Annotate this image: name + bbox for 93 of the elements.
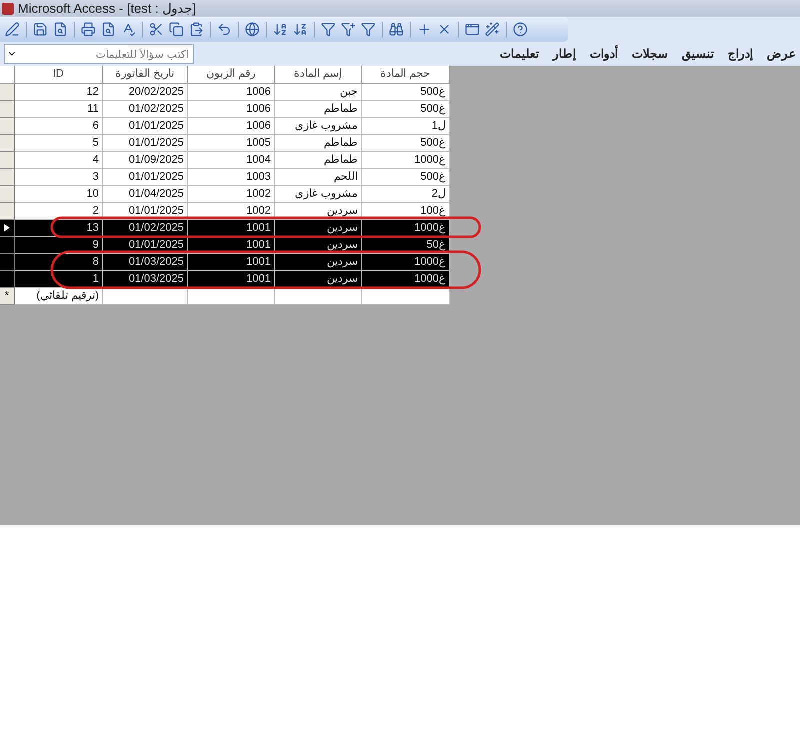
window-icon[interactable] — [464, 22, 481, 37]
table-cell: 1001 — [188, 220, 275, 237]
table-cell: 1000غ — [362, 152, 450, 169]
table-cell: جبن — [275, 84, 362, 101]
table-cell: 01/04/2025 — [103, 186, 188, 203]
menu-item[interactable]: أدوات — [590, 47, 618, 61]
table-cell: 1006 — [188, 118, 275, 135]
globe-icon[interactable] — [244, 22, 261, 37]
column-header[interactable]: حجم المادة — [362, 66, 450, 84]
binoculars-icon[interactable] — [388, 22, 405, 37]
table-cell: مشروب غازي — [275, 186, 362, 203]
table-cell: سردين — [275, 220, 362, 237]
sort-descending-icon[interactable] — [292, 22, 309, 37]
table-cell: 1000غ — [362, 271, 450, 288]
table-cell: 2 — [15, 203, 103, 220]
table-cell: 4 — [15, 152, 103, 169]
menu-item[interactable]: إطار — [553, 47, 576, 61]
new-row-selector[interactable]: * — [0, 288, 15, 305]
table-cell: 01/01/2025 — [103, 135, 188, 152]
table-cell: 11 — [15, 101, 103, 118]
table-cell: 1005 — [188, 135, 275, 152]
table-cell: 5 — [15, 135, 103, 152]
table-cell: 1 — [15, 271, 103, 288]
row-selector[interactable] — [0, 271, 15, 288]
save-icon[interactable] — [32, 22, 49, 37]
table-cell: 20/02/2025 — [103, 84, 188, 101]
table-cell: طماطم — [275, 135, 362, 152]
table-cell: 12 — [15, 84, 103, 101]
menu-item[interactable]: عرض — [767, 47, 796, 61]
table-cell: سردين — [275, 254, 362, 271]
row-selector[interactable] — [0, 237, 15, 254]
document-search-icon[interactable] — [52, 22, 69, 37]
table-cell: 1006 — [188, 84, 275, 101]
table-cell: طماطم — [275, 101, 362, 118]
filter-icon[interactable] — [360, 22, 377, 37]
table-cell: 3 — [15, 169, 103, 186]
column-header[interactable]: رقم الزبون — [188, 66, 275, 84]
menu-item[interactable]: إدراج — [728, 47, 753, 61]
table-cell: 2ل — [362, 186, 450, 203]
app-icon — [2, 2, 14, 14]
table-cell: 1006 — [188, 101, 275, 118]
table-cell: 6 — [15, 118, 103, 135]
menu-item[interactable]: تعليمات — [500, 47, 539, 61]
help-icon[interactable] — [512, 22, 529, 37]
table-cell: 01/02/2025 — [103, 220, 188, 237]
table-cell: سردين — [275, 271, 362, 288]
table-cell: 500غ — [362, 135, 450, 152]
table-cell: 1003 — [188, 169, 275, 186]
new-record-marker: * — [4, 290, 10, 302]
table-cell: 01/03/2025 — [103, 254, 188, 271]
table-cell: 1004 — [188, 152, 275, 169]
header-corner — [0, 66, 15, 84]
menu-item[interactable]: سجلات — [632, 47, 668, 61]
row-selector[interactable] — [0, 254, 15, 271]
table-cell: 1000غ — [362, 254, 450, 271]
current-row-icon — [4, 224, 10, 232]
row-selector[interactable] — [0, 220, 15, 237]
table-cell: 01/03/2025 — [103, 271, 188, 288]
window-title: Microsoft Access - [test : جدول] — [18, 1, 196, 16]
copy-icon[interactable] — [168, 22, 185, 37]
table-cell: 10 — [15, 186, 103, 203]
table-cell: 1001 — [188, 254, 275, 271]
pen-icon[interactable] — [4, 22, 21, 37]
cut-icon[interactable] — [148, 22, 165, 37]
sort-ascending-icon[interactable] — [272, 22, 289, 37]
table-cell: 8 — [15, 254, 103, 271]
table-cell: 1000غ — [362, 220, 450, 237]
table-cell: 500غ — [362, 84, 450, 101]
table-cell: اللحم — [275, 169, 362, 186]
printer-icon[interactable] — [80, 22, 97, 37]
column-header[interactable]: إسم المادة — [275, 66, 362, 84]
menu-item[interactable]: تنسيق — [682, 47, 714, 61]
table-cell: 01/01/2025 — [103, 118, 188, 135]
table-cell: 01/01/2025 — [103, 169, 188, 186]
undo-icon[interactable] — [216, 22, 233, 37]
wand-icon[interactable] — [484, 22, 501, 37]
table-cell: (ترقيم تلقائي) — [15, 288, 103, 305]
filter-icon[interactable] — [320, 22, 337, 37]
column-header[interactable]: ID — [15, 66, 103, 84]
table-cell: 1001 — [188, 271, 275, 288]
table-cell: 500غ — [362, 101, 450, 118]
table-cell: 1002 — [188, 186, 275, 203]
table-cell: 500غ — [362, 169, 450, 186]
table-cell: 01/09/2025 — [103, 152, 188, 169]
table-cell: 1ل — [362, 118, 450, 135]
table-cell: 13 — [15, 220, 103, 237]
print-preview-icon[interactable] — [100, 22, 117, 37]
table-cell: مشروب غازي — [275, 118, 362, 135]
filter-form-icon[interactable] — [340, 22, 357, 37]
table-cell: طماطم — [275, 152, 362, 169]
paste-icon[interactable] — [188, 22, 205, 37]
column-header[interactable]: تاريخ الفاتورة — [103, 66, 188, 84]
table-cell: 01/02/2025 — [103, 101, 188, 118]
